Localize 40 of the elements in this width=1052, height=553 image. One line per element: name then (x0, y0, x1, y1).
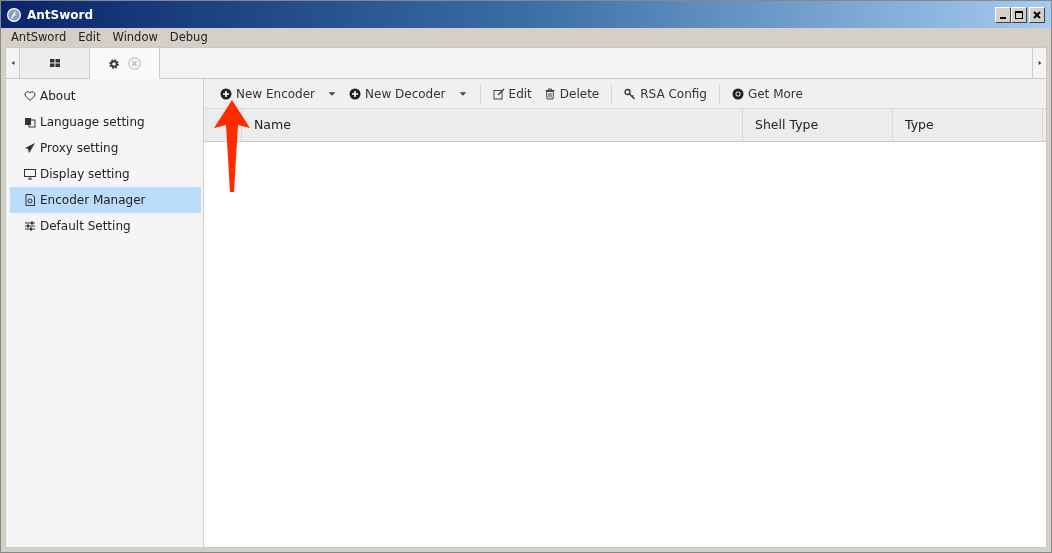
column-header[interactable]: Type (893, 109, 1043, 141)
document-icon (24, 194, 36, 206)
plus-circle-icon (220, 87, 232, 100)
menu-item[interactable]: Edit (72, 28, 107, 47)
toolbar-button[interactable]: RSA Config (618, 79, 713, 108)
key-icon (624, 87, 637, 100)
app-logo-icon (7, 7, 21, 22)
plus-circle-icon (349, 87, 362, 100)
sidebar-item[interactable]: About (10, 83, 201, 109)
toolbar-button[interactable]: New Decoder (343, 79, 474, 108)
sidebar-item[interactable]: Language setting (10, 109, 201, 135)
menu-item[interactable]: Debug (163, 28, 214, 47)
sidebar-item[interactable]: Default Setting (10, 213, 201, 239)
close-button[interactable] (1029, 6, 1045, 23)
chrome-logo-icon (731, 87, 744, 100)
grid-icon (48, 57, 61, 69)
maximize-button[interactable] (1011, 6, 1027, 23)
edit-icon (492, 87, 505, 100)
column-header[interactable]: Shell Type (743, 109, 893, 141)
trash-icon (543, 87, 556, 100)
tab[interactable] (20, 48, 90, 78)
monitor-icon (24, 168, 36, 180)
close-icon (1031, 8, 1043, 21)
menu-item[interactable]: Window (106, 28, 164, 47)
sliders-icon (24, 220, 36, 232)
minimize-icon (1000, 16, 1006, 19)
window-title: AntSword (27, 6, 94, 24)
toolbar-button[interactable]: Edit (486, 79, 538, 108)
close-icon (128, 57, 141, 70)
sidebar-item[interactable]: Encoder Manager (10, 187, 201, 213)
menu-item[interactable]: AntSword (5, 28, 73, 47)
heart-icon (24, 90, 36, 102)
minimize-button[interactable] (995, 6, 1011, 23)
gear-icon (108, 57, 120, 70)
sidebar-item[interactable]: Proxy setting (10, 135, 201, 161)
toolbar-button[interactable]: Delete (537, 79, 606, 108)
paper-plane-icon (24, 142, 36, 154)
sidebar-item[interactable]: Display setting (10, 161, 201, 187)
toolbar-button[interactable]: Get More (725, 79, 809, 108)
language-icon (24, 116, 36, 128)
